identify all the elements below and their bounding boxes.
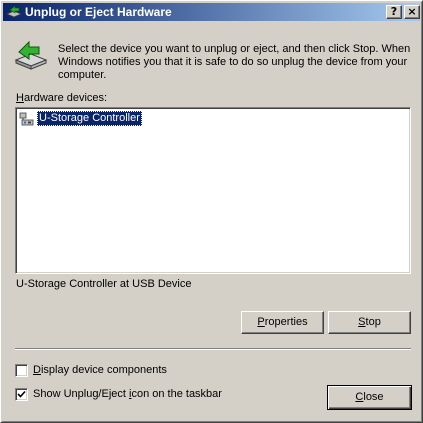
show-eject-icon-checkbox[interactable] xyxy=(15,388,28,401)
checkmark-icon xyxy=(17,390,26,398)
help-button[interactable]: ? xyxy=(386,5,402,19)
properties-button-accel: P xyxy=(257,316,265,328)
properties-button[interactable]: Properties xyxy=(241,311,324,334)
display-device-components-label: Display device components xyxy=(33,364,167,376)
display-device-components-checkbox[interactable] xyxy=(15,364,28,377)
show-icon-suffix: con on the taskbar xyxy=(131,388,222,400)
title-bar[interactable]: Unplug or Eject Hardware ? × xyxy=(3,3,420,21)
unplug-eject-dialog: Unplug or Eject Hardware ? × Select the … xyxy=(0,0,423,423)
close-window-button[interactable]: × xyxy=(404,5,420,19)
device-description: U-Storage Controller at USB Device xyxy=(16,278,192,290)
stop-button-rest: top xyxy=(365,316,381,328)
window-title: Unplug or Eject Hardware xyxy=(25,5,172,19)
show-icon-prefix: Show Unplug/Eject xyxy=(33,388,129,400)
display-components-accel: D xyxy=(33,364,41,376)
eject-hardware-icon xyxy=(6,5,22,18)
close-button-rest: lose xyxy=(363,391,384,403)
show-eject-icon-label: Show Unplug/Eject icon on the taskbar xyxy=(33,388,222,400)
stop-button-accel: S xyxy=(358,316,366,328)
hardware-devices-list[interactable]: U-Storage Controller xyxy=(15,107,411,274)
hardware-devices-label-accel: H xyxy=(16,92,24,104)
usb-device-icon xyxy=(19,112,34,126)
divider xyxy=(15,348,411,350)
hardware-devices-label-rest: ardware devices: xyxy=(23,92,108,104)
stop-button[interactable]: Stop xyxy=(328,311,411,334)
display-components-rest: isplay device components xyxy=(40,364,167,376)
properties-button-rest: roperties xyxy=(264,316,308,328)
device-label: U-Storage Controller xyxy=(37,111,142,126)
close-button[interactable]: Close xyxy=(327,385,412,410)
unplug-hardware-icon xyxy=(14,40,48,70)
instruction-text: Select the device you want to unplug or … xyxy=(58,43,411,81)
hardware-devices-label: Hardware devices: xyxy=(16,92,107,104)
